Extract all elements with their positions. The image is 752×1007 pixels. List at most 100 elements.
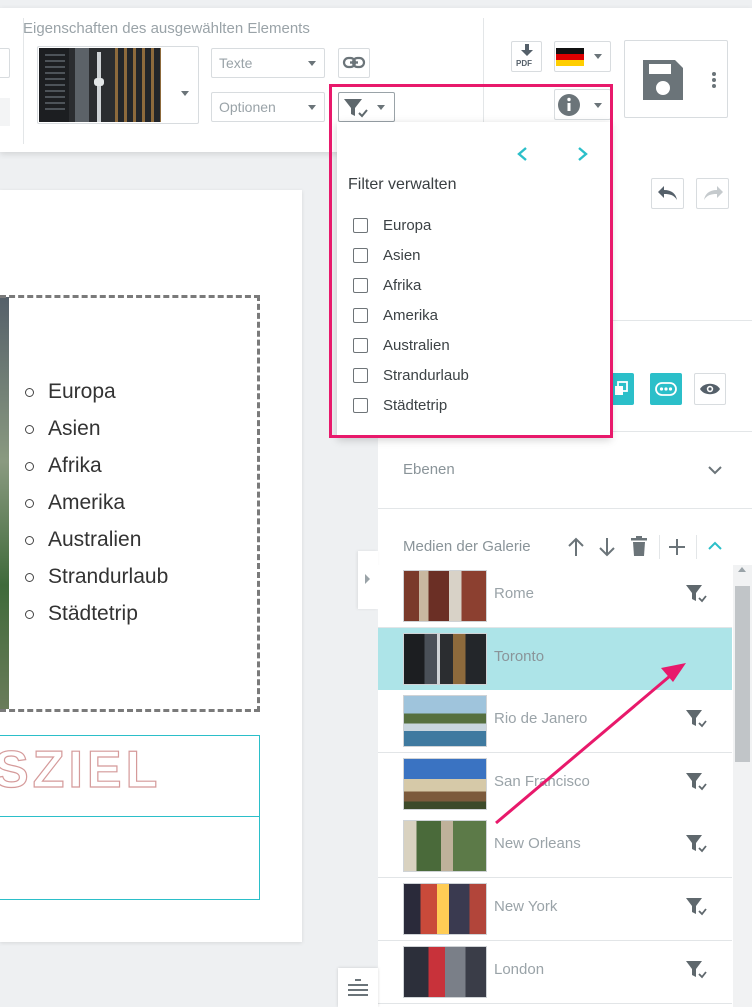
filter-icon[interactable] [684,959,708,981]
filter-icon[interactable] [684,708,708,730]
info-icon [558,94,580,116]
filter-icon[interactable] [684,833,708,855]
visibility-button[interactable] [694,373,726,405]
pdf-export-button[interactable]: PDF [511,41,542,72]
bullet-circle-icon [25,498,34,508]
checkbox[interactable] [353,277,368,293]
checkbox[interactable] [353,367,368,383]
checkbox[interactable] [353,397,368,413]
bullet-list-item: Amerika [25,489,125,517]
media-name: Rio de Janero [494,710,588,728]
divider [696,535,697,559]
save-button[interactable] [624,40,728,118]
filter-checkbox-row[interactable]: Afrika [353,275,421,295]
bullet-circle-icon [25,572,34,582]
download-icon [521,44,533,56]
chevron-down-icon[interactable] [708,465,722,475]
checkbox[interactable] [353,217,368,233]
panel-collapse-tab[interactable] [358,551,378,609]
pdf-label: PDF [516,59,532,68]
bullet-list-item: Afrika [25,452,102,480]
scroll-up-arrow[interactable] [738,567,746,572]
gallery-media-item[interactable]: London [378,940,732,1004]
filter-checkbox-row[interactable]: Australien [353,335,450,355]
chevron-down-icon [308,61,316,66]
image-selector[interactable] [37,46,199,124]
bullet-list-text: Städtetrip [48,602,138,625]
media-thumbnail [403,632,487,685]
german-flag-icon [556,48,584,66]
tool-button[interactable] [0,98,10,126]
bullet-circle-icon [25,461,34,471]
filter-button[interactable] [338,92,395,122]
language-selector[interactable] [554,41,611,72]
selected-image-thumbnail [39,48,161,122]
filter-icon[interactable] [684,896,708,918]
filter-checkbox-label: Amerika [383,306,439,324]
more-options-button[interactable] [650,373,682,405]
checkbox[interactable] [353,307,368,323]
gallery-media-item[interactable]: Toronto [378,627,732,691]
divider [378,508,752,509]
checkbox[interactable] [353,247,368,263]
more-vertical-icon[interactable] [711,71,717,89]
bullet-list-item: Strandurlaub [25,563,168,591]
gallery-media-item[interactable]: San Francisco [378,752,732,816]
bullet-circle-icon [25,387,34,397]
chevron-down-icon [594,54,602,59]
chevron-right-icon[interactable] [577,146,589,162]
filter-popup: Filter verwalten Europa Asien Afrika Amerik… [337,122,611,438]
media-thumbnail [403,820,487,873]
copy-icon [615,381,628,395]
gallery-media-item[interactable]: New Orleans [378,815,732,879]
layout-button[interactable] [0,48,10,78]
options-dropdown[interactable]: Optionen [211,92,325,122]
filter-checkbox-row[interactable]: Asien [353,245,421,265]
trash-icon[interactable] [630,536,648,557]
media-thumbnail [403,570,487,622]
scrollbar-thumb[interactable] [735,586,750,762]
redo-button[interactable] [696,178,729,209]
options-dropdown-label: Optionen [219,99,276,115]
media-name: Rome [494,585,535,602]
duplicate-button[interactable] [608,373,634,405]
bullet-list-text: Australien [48,528,142,551]
filter-icon[interactable] [684,583,708,605]
align-center-icon [348,979,368,996]
link-button[interactable] [338,48,370,78]
add-icon[interactable] [668,538,686,556]
gallery-media-item[interactable]: New York [378,878,732,941]
bullet-list-item: Asien [25,415,101,443]
gallery-media-item[interactable]: Rio de Janero [378,690,732,754]
chevron-left-icon[interactable] [516,146,528,162]
info-button[interactable] [554,89,611,120]
filter-popup-title: Filter verwalten [348,176,457,193]
chevron-up-icon[interactable] [708,541,722,551]
move-down-icon[interactable] [598,537,616,557]
texts-dropdown-label: Texte [219,55,253,71]
filter-checkbox-row[interactable]: Europa [353,215,431,235]
bullet-list-text: Europa [48,380,116,403]
text-frame[interactable] [0,816,260,900]
divider [23,18,24,144]
chevron-right-icon [365,574,370,584]
save-icon [643,60,683,100]
gallery-media-item[interactable]: Rome [378,565,732,628]
move-up-icon[interactable] [567,537,585,557]
bullet-list-item: Australien [25,526,141,554]
filter-checkbox-label: Europa [383,216,432,234]
undo-icon [658,186,677,200]
filter-checkbox-label: Städtetrip [383,396,448,414]
chevron-down-icon [308,105,316,110]
chevron-down-icon [594,103,602,108]
filter-icon[interactable] [684,771,708,793]
filter-checkbox-row[interactable]: Amerika [353,305,438,325]
bullet-list-item: Städtetrip [25,600,138,628]
align-button[interactable] [338,968,378,1007]
filter-checkbox-row[interactable]: Strandurlaub [353,365,469,385]
undo-button[interactable] [651,178,684,209]
divider [659,535,660,559]
filter-checkbox-row[interactable]: Städtetrip [353,395,447,415]
texts-dropdown[interactable]: Texte [211,48,325,78]
checkbox[interactable] [353,337,368,353]
